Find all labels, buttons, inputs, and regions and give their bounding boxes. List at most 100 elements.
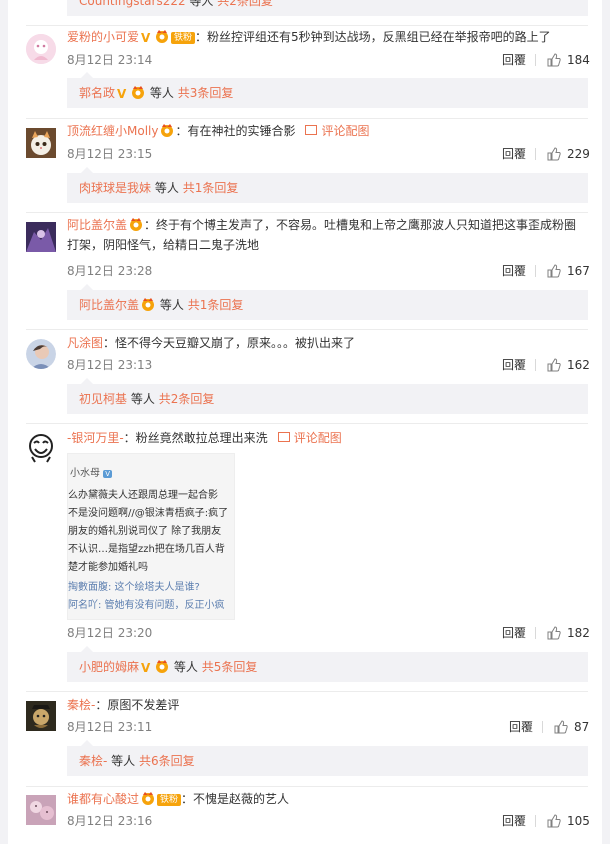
divider	[26, 25, 588, 26]
thumbs-up-icon[interactable]	[547, 264, 561, 278]
comment-time: 8月12日 23:13	[67, 358, 153, 372]
avatar[interactable]	[26, 128, 56, 158]
username-link[interactable]: 爱粉的小可爱	[67, 30, 139, 44]
avatar[interactable]	[26, 34, 56, 64]
comment-image-label: 评论配图	[293, 431, 342, 445]
reply-summary[interactable]: Countingstars222 等人 共2条回复	[67, 0, 588, 16]
reply-count-link[interactable]: 共3条回复	[178, 86, 234, 100]
fan-badge: 铁粉	[157, 794, 182, 806]
username-link[interactable]: 凡涂图	[67, 336, 103, 350]
separator	[535, 54, 536, 66]
reply-count-link[interactable]: 共1条回复	[183, 181, 239, 195]
comment-time: 8月12日 23:14	[67, 53, 153, 67]
crown-badge-icon	[156, 30, 169, 43]
image-icon	[305, 125, 318, 135]
image-text-line: 楚才能参加婚礼吗	[68, 562, 148, 573]
comment-text: ：不愧是赵薇的艺人	[181, 792, 290, 806]
reply-button[interactable]: 回覆	[502, 812, 526, 830]
thumbs-up-icon[interactable]	[547, 358, 561, 372]
username-link[interactable]: 谁都有心酸过	[67, 792, 139, 806]
comment-time: 8月12日 23:15	[67, 147, 153, 161]
comment-image-link[interactable]: 评论配图	[277, 431, 342, 445]
crown-badge-icon	[130, 218, 143, 231]
reply-suffix: 等人	[189, 0, 214, 8]
comment-list: Countingstars222 等人 共2条回复 爱粉的小可爱 V 铁粉 ：粉丝控评…	[8, 0, 602, 844]
separator	[535, 815, 536, 827]
like-count: 182	[567, 626, 590, 640]
reply-count-link[interactable]: 共1条回复	[188, 298, 244, 312]
verified-v-icon: V	[117, 87, 127, 101]
reply-suffix: 等人	[111, 754, 136, 768]
divider	[26, 329, 588, 330]
avatar[interactable]	[26, 795, 56, 825]
reply-suffix: 等人	[130, 392, 155, 406]
reply-suffix: 等人	[159, 298, 184, 312]
comment-text: ：原图不发差评	[95, 698, 180, 712]
username-link[interactable]: 秦桧-	[67, 698, 95, 712]
comment-time: 8月12日 23:11	[67, 720, 153, 734]
reply-button[interactable]: 回覆	[502, 356, 526, 374]
thumbs-up-icon[interactable]	[547, 814, 561, 828]
verified-v-icon: V	[141, 31, 151, 45]
avatar[interactable]	[26, 222, 56, 252]
reply-user-link[interactable]: 小肥的姆麻	[79, 660, 139, 674]
thumbs-up-icon[interactable]	[547, 147, 561, 161]
image-text-line: 小水母 V	[70, 468, 112, 479]
crown-badge-icon	[156, 660, 169, 673]
image-text-line: 掏數面腹: 这个绘塔夫人是谁?	[68, 582, 200, 593]
like-count: 167	[567, 264, 590, 278]
username-link[interactable]: -银河万里-	[67, 431, 124, 445]
username-link[interactable]: 顶流红缠小Molly	[67, 124, 158, 138]
like-count: 229	[567, 147, 590, 161]
avatar[interactable]	[26, 433, 56, 463]
reply-button[interactable]: 回覆	[502, 145, 526, 163]
scrollbar[interactable]	[602, 0, 610, 844]
comment-text: ：终于有个博主发声了，不容易。吐槽鬼和上帝之鹰那波人只知道把这事歪成粉圈	[144, 218, 577, 232]
comment-text: ：粉丝控评组还有5秒钟到达战场，反黑组已经在举报帝吧的路上了	[195, 30, 551, 44]
reply-count-link[interactable]: 共6条回复	[139, 754, 195, 768]
comment-image-thumbnail[interactable]: 小水母 V 么办黛薇夫人还跟周总理一起合影 不是没问题啊//@银沫青梧疯子:疯了…	[67, 453, 235, 620]
comment-text: ：怪不得今天豆瓣又崩了，原来。。。被扒出来了	[103, 336, 356, 350]
comment-image-link[interactable]: 评论配图	[305, 124, 370, 138]
avatar[interactable]	[26, 339, 56, 369]
like-count: 184	[567, 53, 590, 67]
crown-badge-icon	[142, 792, 155, 805]
image-text-line: 不认识…是指望zzh把在场几百人背	[68, 544, 225, 555]
like-count: 162	[567, 358, 590, 372]
reply-count-link[interactable]: 共2条回复	[217, 0, 273, 8]
reply-summary[interactable]: 秦桧- 等人 共6条回复	[67, 740, 588, 776]
reply-user-link[interactable]: 阿比盖尔盖	[79, 298, 139, 312]
separator	[542, 721, 543, 733]
image-text-line: 不是没问题啊//@银沫青梧疯子:疯了	[68, 508, 229, 519]
reply-user-link[interactable]: 肉球球是我妹	[79, 181, 151, 195]
crown-badge-icon	[132, 86, 145, 99]
thumbs-up-icon[interactable]	[554, 720, 568, 734]
crown-badge-icon	[142, 298, 155, 311]
reply-user-link[interactable]: 秦桧-	[79, 754, 107, 768]
reply-summary[interactable]: 阿比盖尔盖 等人 共1条回复	[67, 284, 588, 320]
thumbs-up-icon[interactable]	[547, 53, 561, 67]
divider	[26, 423, 588, 424]
username-link[interactable]: 阿比盖尔盖	[67, 218, 127, 232]
thumbs-up-icon[interactable]	[547, 626, 561, 640]
reply-summary[interactable]: 初见柯基 等人 共2条回复	[67, 378, 588, 414]
reply-user-link[interactable]: 郭名政	[79, 86, 115, 100]
reply-user-link[interactable]: 初见柯基	[79, 392, 127, 406]
like-count: 105	[567, 814, 590, 828]
reply-user-link[interactable]: Countingstars222	[79, 0, 186, 8]
comment-time: 8月12日 23:28	[67, 264, 153, 278]
divider	[26, 691, 588, 692]
reply-summary[interactable]: 肉球球是我妹 等人 共1条回复	[67, 167, 588, 203]
reply-count-link[interactable]: 共2条回复	[159, 392, 215, 406]
separator	[535, 265, 536, 277]
reply-button[interactable]: 回覆	[502, 624, 526, 642]
reply-button[interactable]: 回覆	[509, 718, 533, 736]
avatar[interactable]	[26, 701, 56, 731]
reply-count-link[interactable]: 共5条回复	[202, 660, 258, 674]
reply-summary[interactable]: 郭名政 V 等人 共3条回复	[67, 72, 588, 108]
reply-summary[interactable]: 小肥的姆麻 V 等人 共5条回复	[67, 646, 588, 682]
comment-text: ：有在神社的实锤合影	[175, 124, 296, 138]
separator	[535, 359, 536, 371]
reply-button[interactable]: 回覆	[502, 51, 526, 69]
reply-button[interactable]: 回覆	[502, 262, 526, 280]
